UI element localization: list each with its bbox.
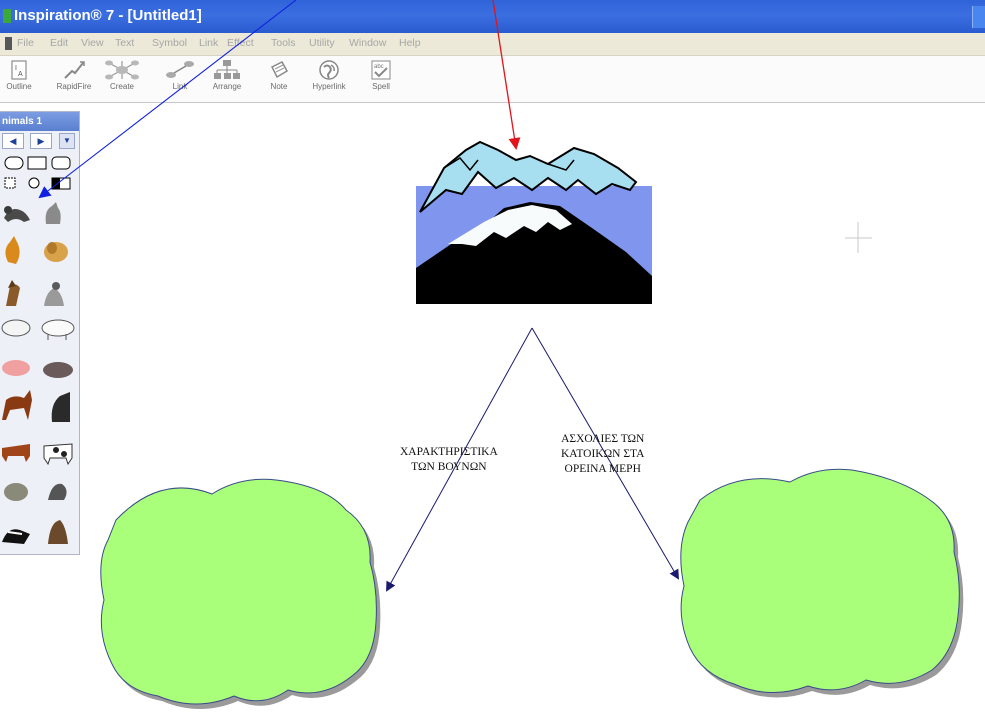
cloud-symbol-right[interactable]: [680, 468, 964, 698]
link-label-right-line3: ΟΡΕΙΝΑ ΜΕΡΗ: [564, 463, 641, 475]
link-label-left[interactable]: ΧΑΡΑΚΤΗΡΙΣΤΙΚΑ ΤΩΝ ΒΟΥΝΩΝ: [400, 445, 498, 475]
link-label-left-line2: ΤΩΝ ΒΟΥΝΩΝ: [411, 461, 487, 473]
diagram-canvas: [38, 0, 964, 709]
link-label-right-line1: ΑΣΧΟΛΙΕΣ ΤΩΝ: [561, 433, 645, 445]
link-label-right-line2: ΚΑΤΟΙΚΩΝ ΣΤΑ: [561, 448, 645, 460]
mountain-icon[interactable]: [416, 140, 652, 304]
blue-annotation-arrow: [38, 0, 297, 199]
link-label-right[interactable]: ΑΣΧΟΛΙΕΣ ΤΩΝ ΚΑΤΟΙΚΩΝ ΣΤΑ ΟΡΕΙΝΑ ΜΕΡΗ: [561, 432, 644, 477]
red-annotation-arrow: [492, 0, 521, 150]
link-label-left-line1: ΧΑΡΑΚΤΗΡΙΣΤΙΚΑ: [400, 446, 498, 458]
cloud-symbol-left[interactable]: [100, 478, 381, 709]
crosshair-cursor-icon: [845, 222, 872, 253]
